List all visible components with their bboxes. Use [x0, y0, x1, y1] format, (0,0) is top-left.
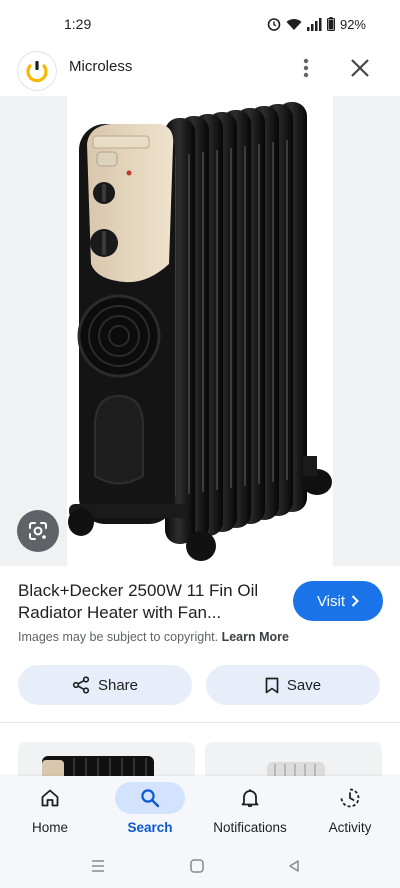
image-preview-area: [0, 96, 400, 566]
product-image[interactable]: [67, 96, 333, 566]
share-label: Share: [97, 676, 139, 694]
site-name[interactable]: Microless: [69, 58, 132, 75]
nav-home-label: Home: [31, 820, 68, 835]
menu-lines-icon: [92, 860, 104, 872]
bottom-navigation: Home Search Notifications Activity: [0, 776, 400, 846]
copyright-notice: Images may be subject to copyright. Lear…: [18, 630, 289, 644]
square-icon: [190, 859, 204, 873]
status-icons: 92%: [267, 17, 366, 32]
nav-search[interactable]: Search: [100, 776, 200, 846]
share-icon: [72, 676, 90, 694]
system-home-button[interactable]: [185, 854, 209, 878]
recent-apps-button[interactable]: [86, 854, 110, 878]
more-options-button[interactable]: [294, 54, 318, 82]
back-triangle-icon: [289, 860, 299, 872]
status-time: 1:29: [64, 16, 92, 32]
activity-icon: [340, 788, 360, 808]
battery-level: 92%: [339, 16, 366, 32]
more-vert-icon: [303, 58, 309, 78]
save-label: Save: [286, 676, 322, 694]
visit-label: Visit: [316, 592, 346, 610]
chevron-right-icon: [351, 595, 359, 607]
visit-button[interactable]: Visit: [293, 581, 383, 621]
save-button[interactable]: Save: [206, 665, 380, 705]
nav-home[interactable]: Home: [0, 776, 100, 846]
oil-radiator-heater-image: [68, 102, 332, 561]
copyright-text: Images may be subject to copyright.: [18, 630, 219, 644]
signal-icon: [306, 17, 322, 31]
nav-notifications[interactable]: Notifications: [200, 776, 300, 846]
nav-activity[interactable]: Activity: [300, 776, 400, 846]
status-bar: 1:29 92%: [0, 0, 400, 48]
bell-icon: [241, 789, 259, 807]
system-navigation-bar: [0, 846, 400, 888]
wifi-icon: [286, 18, 302, 30]
result-title[interactable]: Black+Decker 2500W 11 Fin Oil Radiator H…: [18, 580, 280, 624]
google-lens-icon: [29, 522, 47, 540]
viewer-header: Microless: [0, 48, 400, 96]
google-lens-button[interactable]: [17, 510, 59, 552]
nav-activity-label: Activity: [328, 820, 372, 835]
nav-notifications-label: Notifications: [213, 820, 287, 835]
close-icon: [351, 59, 369, 77]
battery-icon: [326, 17, 335, 31]
microless-logo-icon[interactable]: [18, 52, 56, 90]
nav-search-label: Search: [127, 820, 173, 835]
search-icon: [141, 789, 160, 808]
learn-more-link[interactable]: Learn More: [222, 630, 289, 644]
section-divider: [0, 722, 400, 723]
share-button[interactable]: Share: [18, 665, 192, 705]
home-icon: [41, 789, 59, 807]
close-button[interactable]: [346, 54, 374, 82]
system-back-button[interactable]: [282, 854, 306, 878]
alarm-icon: [267, 18, 281, 31]
bookmark-icon: [265, 677, 279, 693]
